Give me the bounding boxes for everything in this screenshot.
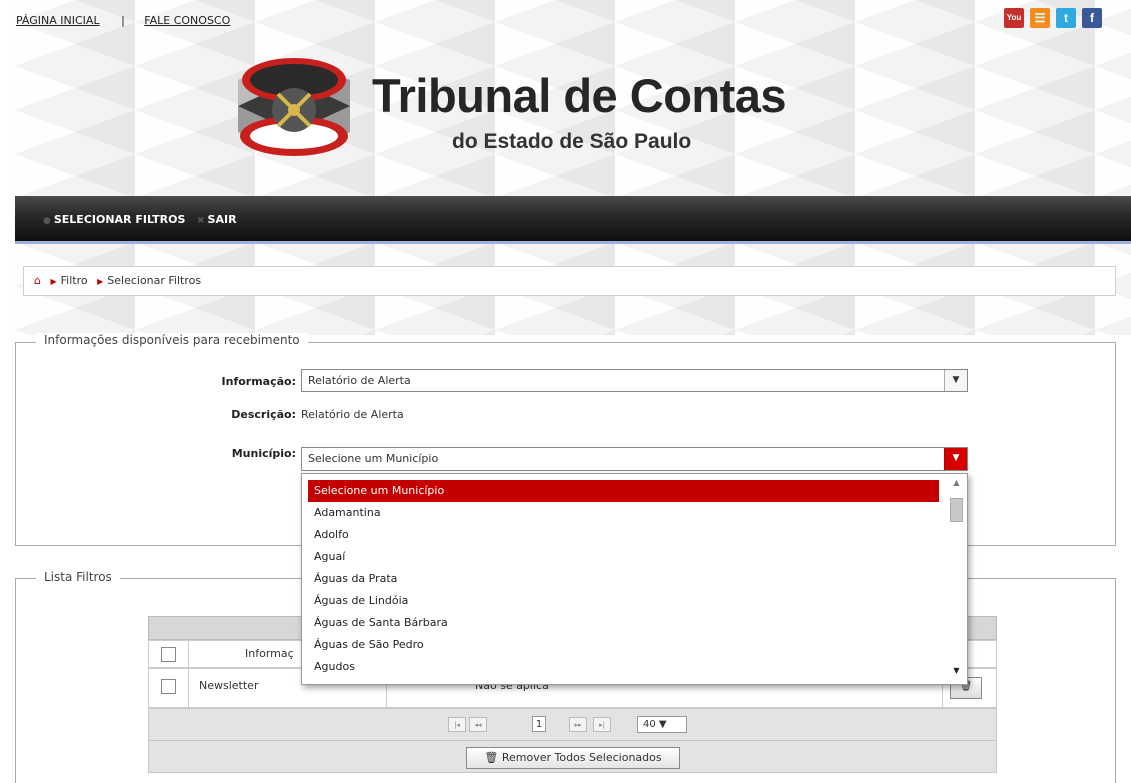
row-checkbox[interactable] [161, 679, 176, 694]
breadcrumb-arrow-icon: ▶ [50, 277, 57, 286]
informacao-label: Informação: [221, 375, 296, 388]
info-legend: Informações disponíveis para recebimento [36, 333, 308, 347]
breadcrumb: ⌂ ▶ Filtro ▶ Selecionar Filtros [23, 266, 1116, 296]
link-separator: | [121, 14, 125, 27]
filter-icon: ● [43, 216, 51, 226]
select-all-checkbox[interactable] [161, 647, 176, 662]
first-page-button[interactable]: |◂ [448, 717, 466, 732]
municipio-label: Município: [231, 447, 296, 460]
dropdown-option[interactable]: Águas de Lindóia [308, 590, 939, 612]
home-link[interactable]: PÁGINA INICIAL [16, 14, 100, 27]
site-title: Tribunal de Contas [372, 69, 787, 122]
social-icons: You ☰ t f [1004, 8, 1102, 28]
page-number[interactable]: 1 [532, 716, 546, 732]
court-emblem-logo [238, 58, 350, 156]
nav-select-filters[interactable]: ● SELECIONAR FILTROS [43, 213, 185, 226]
last-page-button[interactable]: ▸| [593, 717, 611, 732]
dropdown-option[interactable]: Águas da Prata [308, 568, 939, 590]
dropdown-option[interactable]: Águas de Santa Bárbara [308, 612, 939, 634]
main-navbar: ● SELECIONAR FILTROS ✖ SAIR [15, 196, 1131, 244]
scroll-down-icon[interactable]: ▼ [948, 666, 965, 680]
breadcrumb-filtro[interactable]: Filtro [61, 274, 88, 287]
chevron-down-icon[interactable]: ▼ [944, 370, 967, 391]
breadcrumb-arrow-icon: ▶ [97, 277, 104, 286]
dropdown-option[interactable]: Adolfo [308, 524, 939, 546]
scrollbar-thumb[interactable] [950, 498, 963, 522]
scroll-up-icon[interactable]: ▲ [948, 478, 965, 492]
municipio-select[interactable]: Selecione um Município ▼ [301, 447, 968, 471]
next-page-button[interactable]: ▸▸ [569, 717, 587, 732]
breadcrumb-selecionar-filtros[interactable]: Selecionar Filtros [107, 274, 201, 287]
site-subtitle: do Estado de São Paulo [452, 130, 692, 153]
dropdown-option[interactable]: Adamantina [308, 502, 939, 524]
close-icon: ✖ [197, 216, 205, 226]
youtube-icon[interactable]: You [1004, 8, 1024, 28]
facebook-icon[interactable]: f [1082, 8, 1102, 28]
contact-link[interactable]: FALE CONOSCO [144, 14, 230, 27]
dropdown-option[interactable]: Aguaí [308, 546, 939, 568]
pager: |◂ ◂◂ 1 ▸▸ ▸| 40 ▼ [148, 708, 997, 741]
rss-icon[interactable]: ☰ [1030, 8, 1050, 28]
chevron-down-icon[interactable]: ▼ [944, 448, 967, 470]
nav-logout[interactable]: ✖ SAIR [197, 213, 237, 226]
dropdown-option[interactable]: Selecione um Município [308, 480, 939, 502]
descricao-label: Descrição: [231, 408, 296, 421]
descricao-value: Relatório de Alerta [301, 408, 404, 421]
municipio-select-value: Selecione um Município [308, 452, 439, 465]
dropdown-option[interactable]: Agudos [308, 656, 939, 678]
dropdown-option[interactable]: Águas de São Pedro [308, 634, 939, 656]
top-links: PÁGINA INICIAL | FALE CONOSCO [16, 14, 230, 27]
home-icon[interactable]: ⌂ [34, 274, 41, 287]
informacao-select[interactable]: Relatório de Alerta ▼ [301, 369, 968, 392]
page-size-select[interactable]: 40 ▼ [637, 716, 687, 733]
dropdown-scrollbar[interactable]: ▲ ▼ [948, 476, 965, 682]
filters-legend: Lista Filtros [36, 570, 120, 584]
remove-all-selected-button[interactable]: 🗑 Remover Todos Selecionados [466, 747, 680, 769]
trash-icon: 🗑 [484, 751, 502, 764]
informacao-select-value: Relatório de Alerta [308, 374, 411, 387]
municipio-dropdown-list: Selecione um Município Adamantina Adolfo… [301, 473, 968, 685]
twitter-icon[interactable]: t [1056, 8, 1076, 28]
grid-footer: 🗑 Remover Todos Selecionados [148, 741, 997, 773]
prev-page-button[interactable]: ◂◂ [469, 717, 487, 732]
